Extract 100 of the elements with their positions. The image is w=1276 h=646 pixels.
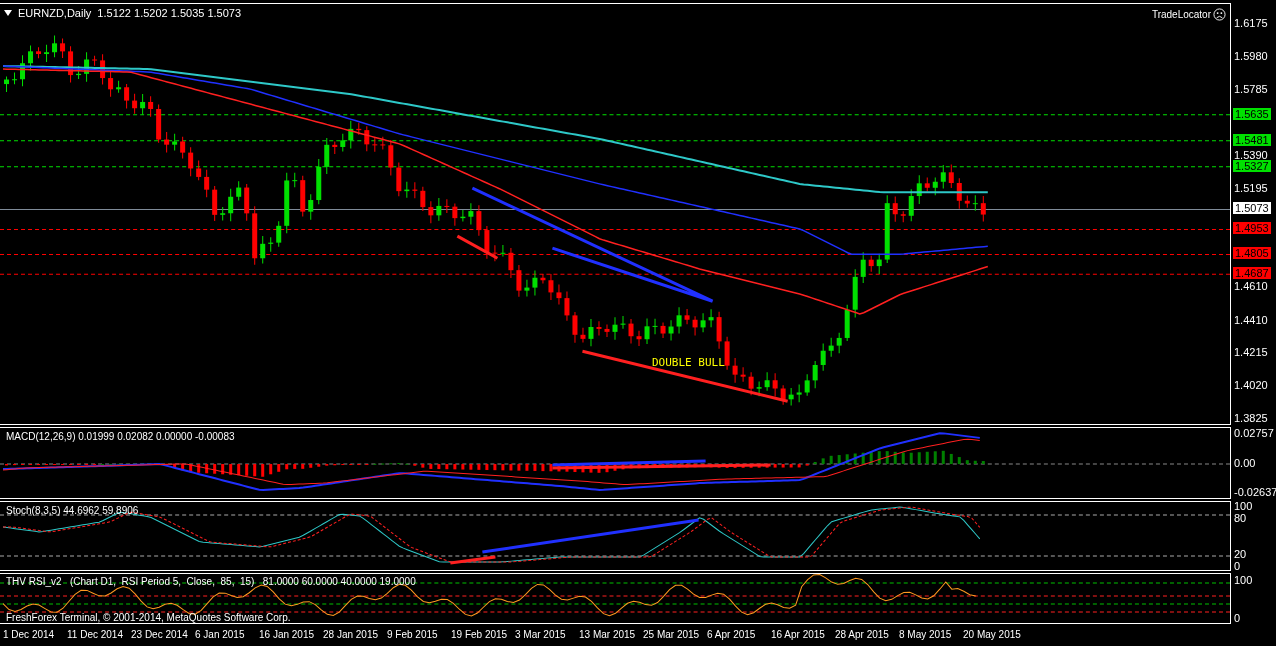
date-label: 11 Dec 2014 xyxy=(67,629,124,640)
candlestick xyxy=(580,327,586,344)
candlestick xyxy=(844,304,850,342)
candlestick xyxy=(460,209,466,223)
candlestick xyxy=(644,317,650,345)
candlestick xyxy=(4,76,9,93)
price-tick-label: 1.4215 xyxy=(1234,346,1268,359)
price-tick-label: 1.4610 xyxy=(1234,280,1268,293)
date-label: 28 Apr 2015 xyxy=(835,629,890,640)
date-label: 28 Jan 2015 xyxy=(323,629,380,640)
candlestick xyxy=(156,104,162,144)
candlestick xyxy=(212,185,218,222)
candlestick xyxy=(676,306,682,335)
price-tag: 1.4687 xyxy=(1233,267,1271,280)
macd-tick-label: 0.00 xyxy=(1234,457,1256,469)
price-tag: 1.4805 xyxy=(1233,247,1271,260)
candlestick xyxy=(468,202,474,226)
candlestick xyxy=(540,273,546,285)
candlestick xyxy=(980,195,986,222)
candlestick xyxy=(860,251,866,284)
candlestick xyxy=(548,273,554,301)
price-tag: 1.5327 xyxy=(1233,159,1271,172)
candlestick xyxy=(116,80,122,94)
copyright-text: FreshForex Terminal, © 2001-2014, MetaQuotes Software Corp. xyxy=(6,612,291,624)
candlestick xyxy=(516,264,522,298)
candlestick xyxy=(84,51,90,83)
candlestick xyxy=(364,125,370,152)
candlestick xyxy=(92,55,98,67)
date-label: 19 Feb 2015 xyxy=(451,629,509,640)
price-tag: 1.4953 xyxy=(1233,222,1271,235)
candlestick xyxy=(188,146,194,177)
date-label: 9 Feb 2015 xyxy=(387,629,439,640)
candlestick xyxy=(284,172,290,234)
candlestick xyxy=(412,181,418,199)
dropdown-icon[interactable] xyxy=(4,10,12,16)
candlestick xyxy=(172,133,178,152)
candlestick xyxy=(628,318,634,344)
candlestick xyxy=(476,204,482,237)
candlestick xyxy=(372,136,378,153)
candlestick xyxy=(44,44,50,63)
candlestick xyxy=(532,270,538,296)
date-label: 20 May 2015 xyxy=(963,629,1022,640)
candlestick xyxy=(956,177,962,210)
candlestick xyxy=(164,131,170,153)
candlestick xyxy=(140,93,146,115)
candlestick xyxy=(564,291,570,322)
candlestick xyxy=(940,164,946,189)
candlestick xyxy=(604,324,610,338)
candlestick xyxy=(108,69,114,98)
price-tick-label: 1.3825 xyxy=(1234,412,1268,424)
candlestick xyxy=(596,320,602,337)
candlestick xyxy=(900,210,906,223)
candlestick xyxy=(276,220,282,248)
candlestick xyxy=(492,244,498,262)
macd-tick-label: 0.02757 xyxy=(1234,426,1274,439)
candlestick xyxy=(740,366,746,383)
candlestick xyxy=(404,181,410,199)
candlestick xyxy=(228,188,234,222)
stochastic-tick-label: 0 xyxy=(1234,560,1241,572)
symbol-label: EURNZD,Daily xyxy=(18,7,92,19)
candlestick xyxy=(692,315,698,336)
candlestick xyxy=(908,188,914,222)
date-label: 16 Jan 2015 xyxy=(259,629,316,640)
price-tick-label: 1.4410 xyxy=(1234,313,1268,326)
candlestick xyxy=(12,72,17,85)
candlestick xyxy=(380,136,386,150)
candlestick xyxy=(572,311,578,344)
stochastic-title: Stoch(8,3,5) 44.6962 59.8906 xyxy=(6,505,139,516)
candlestick xyxy=(308,193,314,221)
candlestick xyxy=(652,318,658,335)
candlestick xyxy=(876,253,882,275)
indicator-label: TradeLocator xyxy=(1151,9,1211,20)
price-tag: 1.5635 xyxy=(1233,107,1271,120)
candlestick xyxy=(444,198,450,214)
date-label: 13 Mar 2015 xyxy=(579,629,637,640)
candlestick xyxy=(804,373,810,397)
candlestick xyxy=(772,372,778,397)
rsi-title: THV RSI_v2 (Chart D1, RSI Period 5, Close, 85, 15) 81.0000 60.0000 40.0000 19.0000 xyxy=(6,576,416,587)
candlestick xyxy=(20,54,25,87)
candlestick xyxy=(732,357,738,384)
sad-face-icon xyxy=(1213,8,1226,21)
price-tick-label: 1.5390 xyxy=(1234,148,1268,161)
candlestick xyxy=(972,194,978,212)
candlestick xyxy=(932,177,938,196)
ohlc-values: 1.5122 1.5202 1.5035 1.5073 xyxy=(97,7,242,19)
candlestick xyxy=(132,93,138,115)
candlestick xyxy=(684,308,690,325)
candlestick xyxy=(180,136,186,159)
stochastic-tick-label: 20 xyxy=(1234,548,1247,560)
candlestick xyxy=(836,332,842,354)
date-label: 6 Apr 2015 xyxy=(707,629,757,640)
price-tick-label: 1.4020 xyxy=(1234,379,1268,392)
candlestick xyxy=(700,312,706,333)
candlestick xyxy=(780,384,786,406)
candlestick xyxy=(300,175,306,217)
candlestick xyxy=(828,337,834,358)
candlestick xyxy=(948,164,954,189)
candlestick xyxy=(244,183,250,222)
date-label: 1 Dec 2014 xyxy=(3,629,56,640)
candlestick xyxy=(236,180,242,201)
